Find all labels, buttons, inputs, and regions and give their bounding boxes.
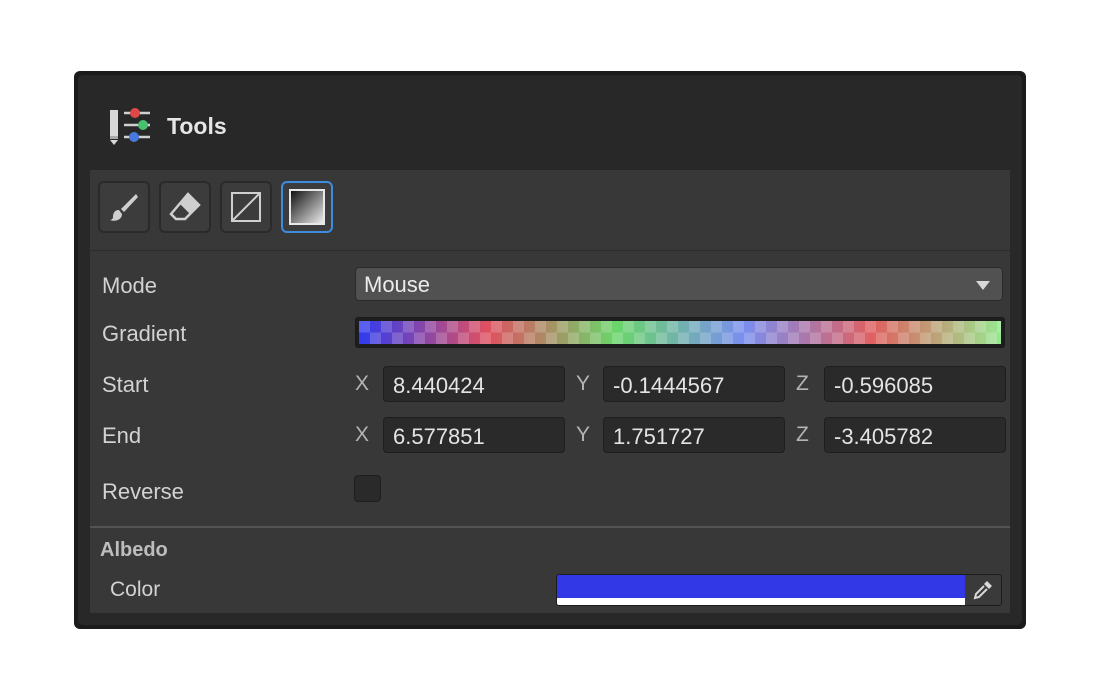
gradient-field[interactable] — [355, 317, 1005, 348]
color-label: Color — [110, 578, 161, 601]
brush-icon — [110, 194, 138, 221]
start-z-axis-label: Z — [796, 372, 809, 395]
section-divider — [90, 526, 1010, 528]
start-y-axis-label: Y — [576, 372, 591, 395]
brush-tool-button[interactable] — [98, 181, 150, 233]
panel-content: Mode Mouse Gradient Start X 8.440424 Y -… — [90, 170, 1010, 613]
color-swatch — [557, 575, 965, 598]
color-field[interactable] — [556, 574, 1002, 606]
start-label: Start — [102, 372, 149, 397]
tools-panel: Tools Mode Mouse Gradient Start X 8.4404… — [74, 71, 1026, 629]
gradient-tool-button[interactable] — [281, 181, 333, 233]
eraser-tool-button[interactable] — [159, 181, 211, 233]
reverse-label: Reverse — [102, 479, 184, 504]
end-z-input[interactable]: -3.405782 — [824, 417, 1006, 453]
gradient-label: Gradient — [102, 321, 187, 346]
fill-rect-icon — [231, 192, 261, 222]
transparency-checker — [359, 321, 1001, 344]
start-z-input[interactable]: -0.596085 — [824, 366, 1006, 402]
end-label: End — [102, 423, 142, 448]
alpha-bar — [557, 598, 965, 605]
mode-value: Mouse — [364, 272, 431, 297]
tools-icon — [110, 108, 150, 145]
reverse-checkbox[interactable] — [354, 475, 381, 502]
start-x-input[interactable]: 8.440424 — [383, 366, 565, 402]
panel-header: Tools — [78, 75, 1022, 170]
gradient-preview — [359, 321, 1001, 344]
end-x-input[interactable]: 6.577851 — [383, 417, 565, 453]
end-z-axis-label: Z — [796, 423, 809, 446]
end-y-input[interactable]: 1.751727 — [603, 417, 785, 453]
albedo-section-title: Albedo — [100, 539, 168, 561]
fill-tool-button[interactable] — [220, 181, 272, 233]
start-y-input[interactable]: -0.1444567 — [603, 366, 785, 402]
end-x-axis-label: X — [355, 423, 370, 446]
mode-label: Mode — [102, 273, 158, 298]
start-x-axis-label: X — [355, 372, 370, 395]
mode-dropdown[interactable]: Mouse — [355, 267, 1003, 301]
eyedropper-button[interactable] — [965, 575, 1001, 605]
tools-panel-inner: Tools Mode Mouse Gradient Start X 8.4404… — [78, 75, 1022, 625]
panel-title: Tools — [167, 113, 227, 139]
chevron-down-icon — [976, 281, 990, 290]
gradient-icon — [289, 189, 325, 225]
eraser-icon — [169, 192, 201, 221]
tool-toolbar — [90, 170, 1010, 251]
end-y-axis-label: Y — [576, 423, 591, 446]
eyedropper-icon — [973, 581, 992, 600]
